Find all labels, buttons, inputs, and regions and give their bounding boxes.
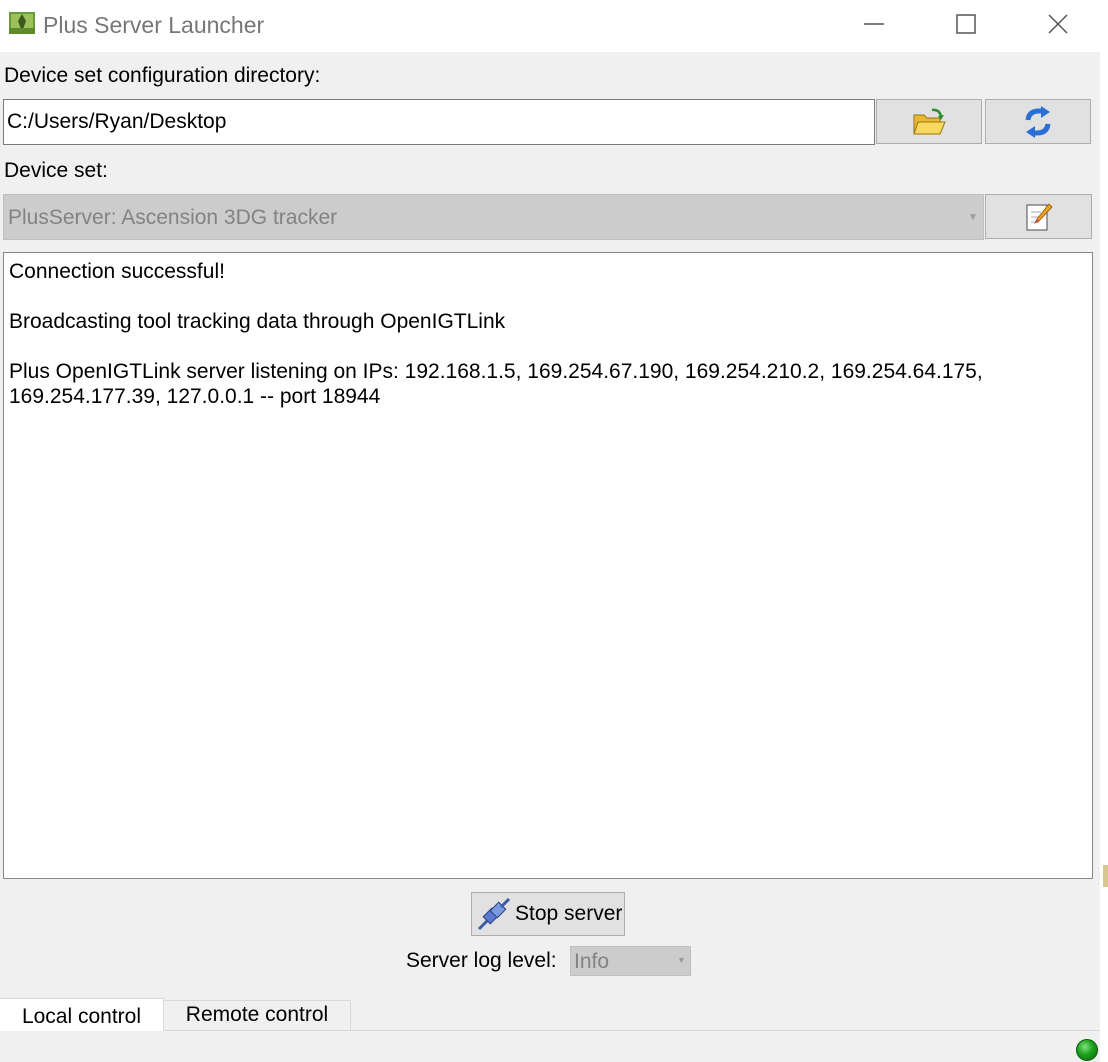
- chevron-down-icon: ▼: [968, 212, 978, 223]
- server-log-output[interactable]: Connection successful! Broadcasting tool…: [3, 252, 1093, 879]
- log-level-label: Server log level:: [406, 949, 557, 972]
- device-set-label: Device set:: [4, 159, 108, 182]
- tab-bar-divider: [0, 1030, 1100, 1031]
- browse-directory-button[interactable]: [876, 99, 982, 144]
- close-button[interactable]: [1012, 0, 1104, 48]
- open-folder-icon: [913, 108, 946, 134]
- close-icon: [1048, 14, 1068, 34]
- log-line: Broadcasting tool tracking data through …: [9, 310, 506, 333]
- tab-local-control[interactable]: Local control: [0, 998, 164, 1031]
- config-directory-label: Device set configuration directory:: [4, 64, 321, 87]
- device-set-select[interactable]: PlusServer: Ascension 3DG tracker: [3, 194, 984, 240]
- window-edge: [1100, 52, 1108, 1062]
- minimize-button[interactable]: [828, 0, 920, 48]
- chevron-down-icon: ▼: [677, 955, 686, 965]
- log-level-select[interactable]: Info: [570, 946, 691, 976]
- minimize-icon: [864, 23, 884, 25]
- maximize-button[interactable]: [920, 0, 1012, 48]
- config-directory-input[interactable]: [3, 99, 875, 145]
- log-line: Plus OpenIGTLink server listening on IPs…: [9, 360, 989, 408]
- stop-server-button[interactable]: Stop server: [471, 892, 625, 936]
- status-indicator-icon: [1076, 1039, 1098, 1061]
- background-window-edge: [1103, 865, 1108, 887]
- edit-config-icon: [1025, 202, 1053, 231]
- maximize-icon: [956, 14, 976, 34]
- refresh-button[interactable]: [985, 99, 1091, 144]
- plug-connected-icon: [477, 897, 511, 931]
- stop-server-label: Stop server: [515, 902, 623, 925]
- app-icon: [9, 12, 35, 34]
- window-title: Plus Server Launcher: [43, 12, 265, 38]
- edit-config-button[interactable]: [985, 194, 1092, 239]
- tab-remote-control[interactable]: Remote control: [164, 1000, 351, 1030]
- log-line: Connection successful!: [9, 260, 225, 283]
- refresh-icon: [1025, 105, 1051, 138]
